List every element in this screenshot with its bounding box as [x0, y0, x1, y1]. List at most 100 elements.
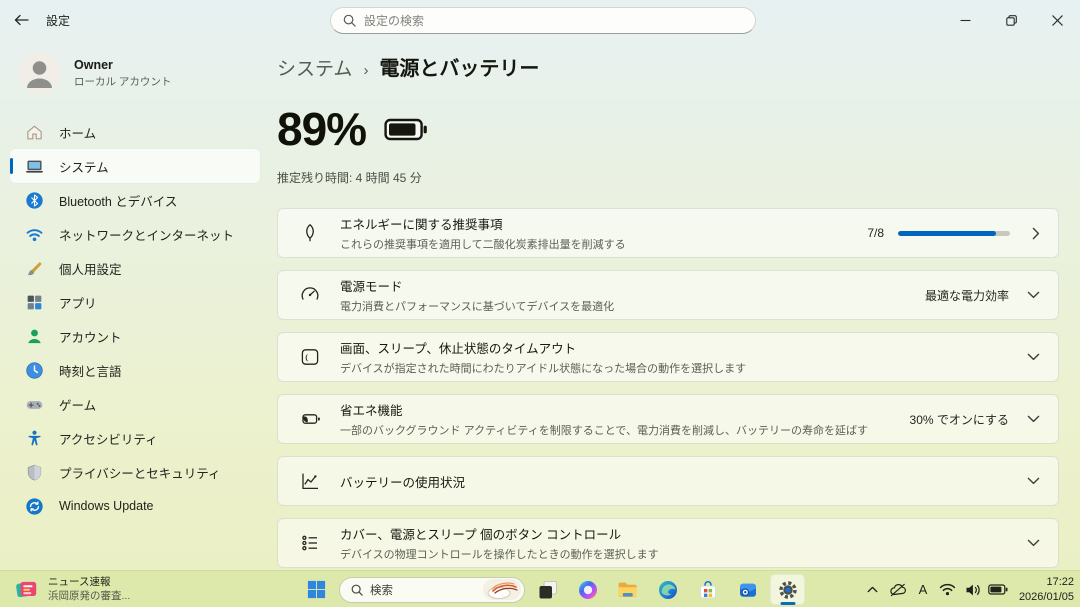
settings-search-input[interactable]: [364, 13, 743, 28]
sidebar-item-personalization[interactable]: 個人用設定: [10, 251, 260, 285]
close-button[interactable]: [1034, 0, 1080, 40]
sidebar-item-system[interactable]: システム: [10, 149, 260, 183]
close-icon: [1051, 14, 1063, 26]
sidebar-item-network-internet[interactable]: ネットワークとインターネット: [10, 217, 260, 251]
task-view-button[interactable]: [530, 574, 565, 605]
card-lid-power-buttons[interactable]: カバー、電源とスリープ 個のボタン コントロール デバイスの物理コントロールを操…: [277, 518, 1059, 568]
card-screen-sleep-timeouts[interactable]: 画面、スリープ、休止状態のタイムアウト デバイスが指定された時間にわたりアイドル…: [277, 332, 1059, 382]
ime-mode-button[interactable]: A: [912, 578, 934, 602]
settings-gear-icon: [778, 580, 797, 599]
sidebar-item-time-language[interactable]: 時刻と言語: [10, 353, 260, 387]
sidebar-item-gaming[interactable]: ゲーム: [10, 387, 260, 421]
titlebar: 設定: [0, 0, 1080, 40]
taskbar-center: 検索: [299, 571, 805, 607]
chevron-down-icon: [1027, 477, 1040, 485]
sidebar-item-privacy-security[interactable]: プライバシーとセキュリティ: [10, 455, 260, 489]
sidebar-item-label: Bluetooth とデバイス: [59, 194, 178, 209]
sidebar-item-label: アプリ: [59, 296, 97, 311]
task-view-icon: [539, 580, 557, 598]
power-mode-gauge-icon: [299, 284, 321, 306]
edge-button[interactable]: [650, 574, 685, 605]
sidebar-item-apps[interactable]: アプリ: [10, 285, 260, 319]
search-highlight-image: [483, 579, 521, 600]
battery-tray-icon: [988, 584, 1008, 595]
card-power-mode[interactable]: 電源モード 電力消費とパフォーマンスに基づいてデバイスを最適化 最適な電力効率: [277, 270, 1059, 320]
card-subtitle: 一部のバックグラウンド アクティビティを制限することで、電力消費を削減し、バッテ…: [340, 425, 868, 437]
home-icon: [25, 123, 44, 142]
breadcrumb: システム › 電源とバッテリー: [277, 52, 1059, 81]
battery-tray-button[interactable]: [987, 578, 1009, 602]
restore-button[interactable]: [988, 0, 1034, 40]
avatar: [18, 52, 61, 95]
file-explorer-button[interactable]: [610, 574, 645, 605]
breadcrumb-parent[interactable]: システム: [277, 54, 352, 81]
chevron-down-icon: [1027, 291, 1040, 299]
accessibility-person-icon: [25, 429, 44, 448]
sidebar-item-windows-update[interactable]: Windows Update: [10, 489, 260, 523]
widgets-news-icon: [16, 581, 37, 597]
card-subtitle: デバイスの物理コントロールを操作したときの動作を選択します: [340, 549, 659, 561]
main-content: システム › 電源とバッテリー 89% 推定残り時間: 4 時間 45 分 エネ…: [277, 40, 1059, 570]
widgets-button[interactable]: ニュース速報 浜岡原発の審査...: [6, 571, 138, 607]
battery-hero: 89%: [277, 101, 1059, 157]
onedrive-paused-button[interactable]: [887, 578, 909, 602]
power-mode-value: 最適な電力効率: [924, 288, 1009, 303]
outlook-icon: [739, 583, 756, 597]
card-subtitle: デバイスが指定された時間にわたりアイドル状態になった場合の動作を選択します: [340, 363, 747, 375]
chevron-up-icon: [867, 586, 878, 593]
battery-estimate: 推定残り時間: 4 時間 45 分: [277, 171, 422, 185]
app-title: 設定: [46, 13, 71, 28]
sidebar-item-label: 時刻と言語: [59, 364, 122, 379]
tray-overflow-button[interactable]: [862, 578, 884, 602]
settings-cards: エネルギーに関する推奨事項 これらの推奨事項を適用して二酸化炭素排出量を削減する…: [277, 208, 1059, 568]
sidebar-item-label: アカウント: [59, 330, 122, 345]
sidebar-item-accounts[interactable]: アカウント: [10, 319, 260, 353]
sidebar-item-bluetooth-devices[interactable]: Bluetooth とデバイス: [10, 183, 260, 217]
card-energy-recommendations[interactable]: エネルギーに関する推奨事項 これらの推奨事項を適用して二酸化炭素排出量を削減する…: [277, 208, 1059, 258]
chevron-down-icon: [1027, 415, 1040, 423]
battery-percent: 89%: [277, 103, 367, 155]
apps-icon: [25, 293, 44, 312]
sidebar-item-label: プライバシーとセキュリティ: [59, 466, 221, 481]
energy-saver-value: 30% でオンにする: [909, 412, 1009, 427]
onedrive-cloud-slash-icon: [890, 583, 906, 596]
sidebar-item-home[interactable]: ホーム: [10, 115, 260, 149]
system-icon: [25, 157, 44, 176]
personalization-brush-icon: [25, 259, 44, 278]
search-icon: [351, 584, 363, 596]
copilot-button[interactable]: [570, 574, 605, 605]
battery-usage-chart-icon: [299, 470, 321, 492]
search-icon: [343, 14, 356, 27]
chevron-down-icon: [1027, 539, 1040, 547]
sidebar-item-label: アクセシビリティ: [59, 432, 158, 447]
sidebar: Owner ローカル アカウント ホーム システム Bluetooth とデバイ…: [0, 40, 270, 570]
microsoft-store-icon: [699, 580, 716, 598]
volume-tray-button[interactable]: [962, 578, 984, 602]
minimize-button[interactable]: [942, 0, 988, 40]
settings-search-box[interactable]: [330, 7, 756, 34]
minimize-icon: [960, 19, 970, 21]
sidebar-nav: ホーム システム Bluetooth とデバイス ネットワークとインターネット …: [0, 115, 270, 523]
sidebar-item-label: システム: [59, 160, 109, 175]
card-subtitle: これらの推奨事項を適用して二酸化炭素排出量を削減する: [340, 239, 626, 251]
taskbar-search-box[interactable]: 検索: [339, 576, 525, 603]
sidebar-item-accessibility[interactable]: アクセシビリティ: [10, 421, 260, 455]
back-button[interactable]: [0, 0, 42, 40]
gaming-gamepad-icon: [25, 395, 44, 414]
sidebar-item-label: ホーム: [59, 126, 97, 141]
wifi-tray-button[interactable]: [937, 578, 959, 602]
energy-progress-bar: [898, 230, 1010, 236]
account-type: ローカル アカウント: [74, 76, 172, 88]
outlook-button[interactable]: [730, 574, 765, 605]
microsoft-store-button[interactable]: [690, 574, 725, 605]
clock-date: 2026/01/05: [1018, 590, 1074, 603]
settings-app-button[interactable]: [770, 574, 805, 605]
account-header[interactable]: Owner ローカル アカウント: [18, 52, 270, 95]
breadcrumb-separator: ›: [363, 62, 369, 79]
card-battery-usage[interactable]: バッテリーの使用状況: [277, 456, 1059, 506]
start-button[interactable]: [299, 574, 334, 605]
card-energy-saver[interactable]: 省エネ機能 一部のバックグラウンド アクティビティを制限することで、電力消費を削…: [277, 394, 1059, 444]
accounts-person-icon: [25, 327, 44, 346]
privacy-shield-icon: [25, 463, 44, 482]
clock[interactable]: 17:22 2026/01/05: [1019, 575, 1074, 604]
